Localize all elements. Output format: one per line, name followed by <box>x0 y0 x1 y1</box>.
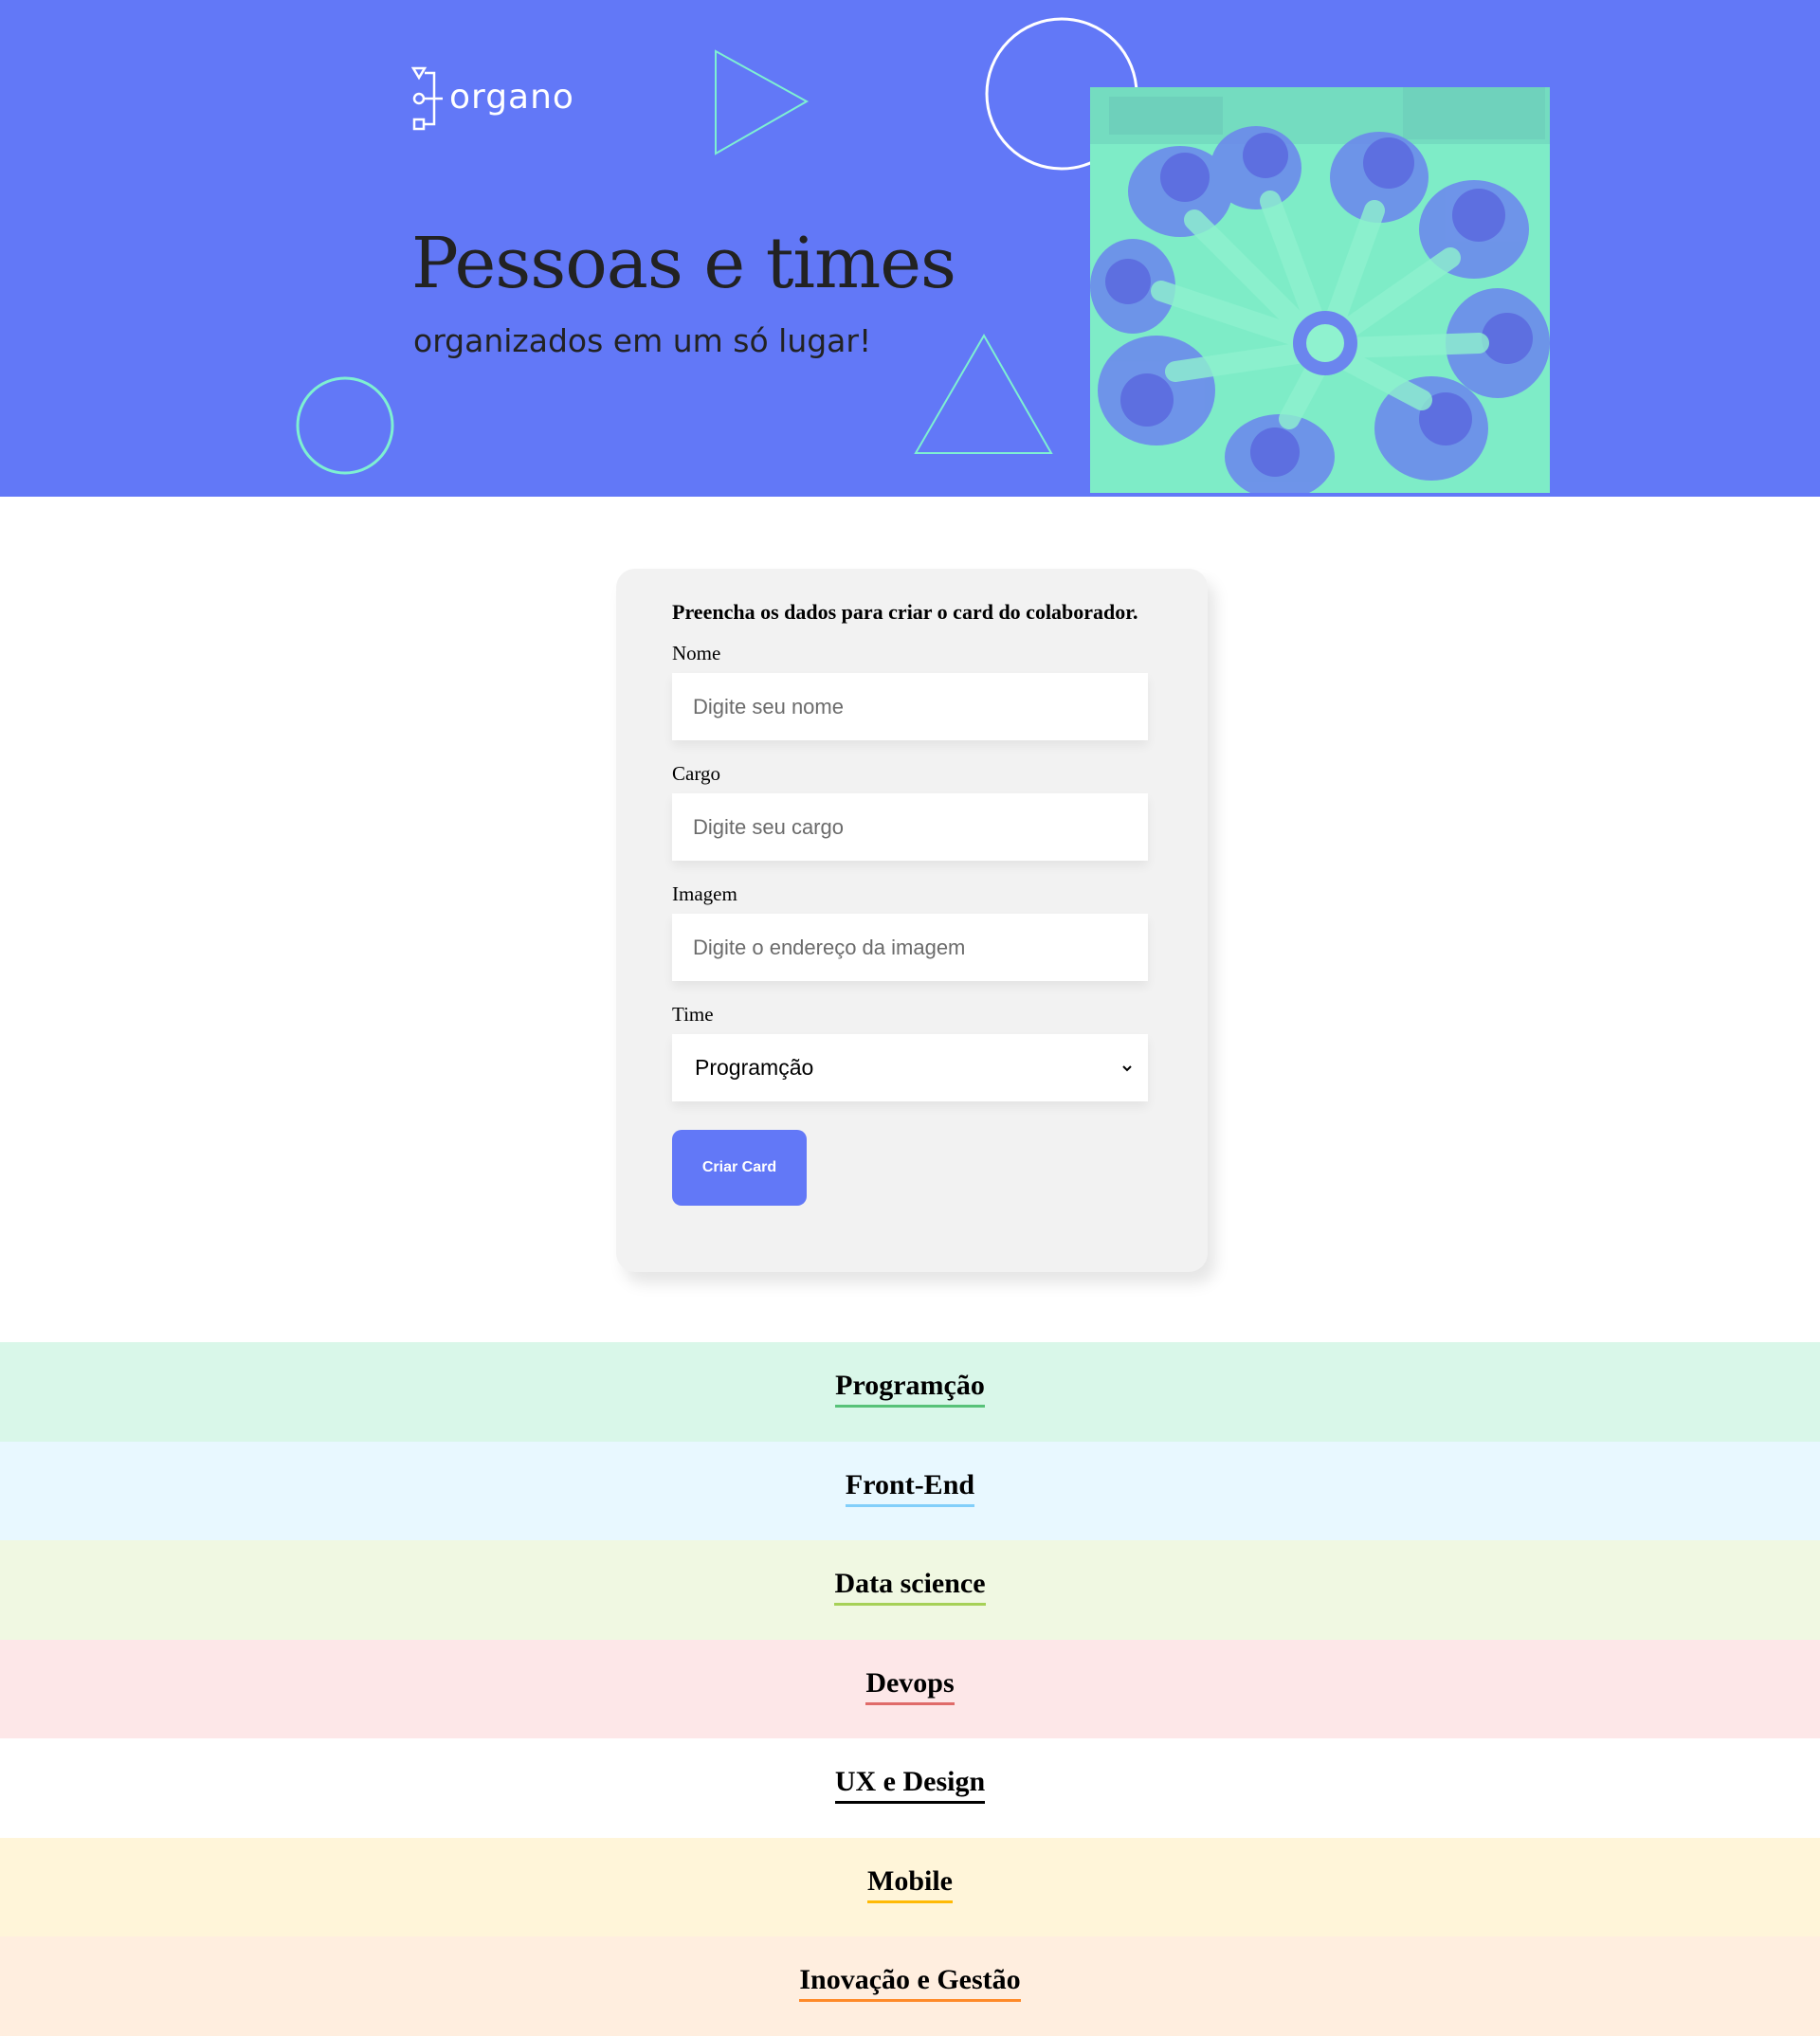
team-section-programacao: Programção <box>0 1342 1820 1442</box>
image-label: Imagem <box>672 882 737 905</box>
image-field-group: Imagem <box>672 882 1151 981</box>
page-subtitle: organizados em um só lugar! <box>413 322 872 359</box>
team-select-value: Programção <box>695 1055 814 1080</box>
team-select[interactable]: Programção <box>672 1034 1148 1101</box>
team-title: UX e Design <box>834 1765 986 1804</box>
team-title: Programção <box>835 1369 985 1408</box>
team-section-inovacao-gestao: Inovação e Gestão <box>0 1936 1820 2036</box>
collaborator-form: Preencha os dados para criar o card do c… <box>616 569 1208 1272</box>
name-field-group: Nome <box>672 641 1151 740</box>
image-url-input[interactable] <box>672 914 1148 981</box>
teams-list: Programção Front-End Data science Devops… <box>0 1342 1820 2036</box>
logo[interactable]: organo <box>411 64 574 133</box>
team-section-devops: Devops <box>0 1639 1820 1738</box>
role-field-group: Cargo <box>672 761 1151 861</box>
team-hands-photo <box>1090 87 1550 493</box>
logo-text: organo <box>449 77 574 117</box>
role-label: Cargo <box>672 762 720 785</box>
logo-mark-icon <box>411 66 443 131</box>
team-title: Front-End <box>845 1468 975 1507</box>
chevron-down-icon <box>1122 1064 1132 1071</box>
team-section-data-science: Data science <box>0 1540 1820 1640</box>
team-field-group: Time Programção <box>672 1002 1151 1101</box>
triangle-icon <box>914 333 1053 454</box>
page-title: Pessoas e times <box>411 223 956 304</box>
team-title: Mobile <box>867 1864 953 1903</box>
team-section-mobile: Mobile <box>0 1837 1820 1936</box>
form-heading: Preencha os dados para criar o card do c… <box>672 600 1138 624</box>
name-label: Nome <box>672 642 721 664</box>
team-section-front-end: Front-End <box>0 1441 1820 1540</box>
team-title: Devops <box>865 1666 955 1705</box>
team-title: Data science <box>834 1567 986 1606</box>
team-label: Time <box>672 1003 714 1026</box>
create-card-button[interactable]: Criar Card <box>672 1130 807 1206</box>
hero-banner: organo Pessoas e times organizados em um… <box>0 0 1820 497</box>
play-triangle-icon <box>715 49 810 155</box>
role-input[interactable] <box>672 793 1148 861</box>
name-input[interactable] <box>672 673 1148 740</box>
team-section-ux-design: UX e Design <box>0 1738 1820 1838</box>
team-title: Inovação e Gestão <box>799 1963 1021 2002</box>
circle-icon <box>296 376 394 475</box>
team-hands-illustration <box>1090 87 1550 493</box>
